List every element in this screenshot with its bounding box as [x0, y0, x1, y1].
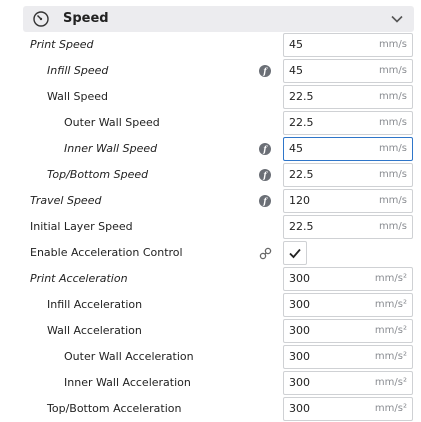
function-icon[interactable]: f	[259, 143, 271, 155]
setting-value: 300	[289, 324, 310, 337]
section-title: Speed	[63, 11, 109, 26]
setting-unit: mm/s	[378, 65, 407, 76]
setting-row: Wall Acceleration 300 mm/s²	[0, 318, 421, 344]
setting-row: Wall Speed 22.5 mm/s	[0, 84, 421, 110]
setting-value: 45	[289, 38, 303, 51]
setting-unit: mm/s²	[374, 325, 407, 336]
setting-input[interactable]: 300 mm/s²	[283, 345, 413, 369]
setting-label: Top/Bottom Acceleration	[47, 402, 182, 415]
setting-input[interactable]: 45 mm/s	[283, 59, 413, 83]
setting-unit: mm/s	[378, 169, 407, 180]
setting-input[interactable]: 45 mm/s	[283, 33, 413, 57]
setting-label: Outer Wall Acceleration	[64, 350, 194, 363]
setting-label: Print Acceleration	[30, 272, 128, 285]
setting-unit: mm/s²	[374, 299, 407, 310]
setting-unit: mm/s²	[374, 377, 407, 388]
setting-unit: mm/s	[378, 91, 407, 102]
setting-label: Travel Speed	[30, 194, 102, 207]
setting-value: 300	[289, 402, 310, 415]
setting-unit: mm/s	[378, 221, 407, 232]
setting-value: 300	[289, 272, 310, 285]
setting-row: Initial Layer Speed 22.5 mm/s	[0, 214, 421, 240]
setting-unit: mm/s²	[374, 273, 407, 284]
setting-unit: mm/s²	[374, 403, 407, 414]
setting-unit: mm/s	[378, 117, 407, 128]
setting-input[interactable]: 300 mm/s²	[283, 397, 413, 421]
setting-label: Inner Wall Speed	[64, 142, 158, 155]
checkmark-icon	[289, 248, 301, 259]
setting-row: Top/Bottom Speed f 22.5 mm/s	[0, 162, 421, 188]
function-icon[interactable]: f	[259, 195, 271, 207]
setting-label: Infill Acceleration	[47, 298, 143, 311]
setting-input[interactable]: 22.5 mm/s	[283, 85, 413, 109]
setting-unit: mm/s	[378, 39, 407, 50]
setting-input[interactable]: 22.5 mm/s	[283, 111, 413, 135]
setting-unit: mm/s	[378, 143, 407, 154]
chevron-down-icon[interactable]	[390, 12, 404, 26]
acceleration-checkbox[interactable]	[283, 241, 307, 265]
setting-label: Wall Acceleration	[47, 324, 142, 337]
setting-input[interactable]: 300 mm/s²	[283, 319, 413, 343]
setting-label: Inner Wall Acceleration	[64, 376, 191, 389]
setting-row: Print Speed 45 mm/s	[0, 32, 421, 58]
setting-value: 45	[289, 142, 303, 155]
setting-row: Print Acceleration 300 mm/s²	[0, 266, 421, 292]
speed-section-header[interactable]: Speed	[23, 6, 414, 32]
setting-input[interactable]: 300 mm/s²	[283, 267, 413, 291]
setting-row: Inner Wall Speed f 45 mm/s	[0, 136, 421, 162]
setting-value: 300	[289, 376, 310, 389]
setting-row: Infill Speed f 45 mm/s	[0, 58, 421, 84]
setting-label: Top/Bottom Speed	[47, 168, 149, 181]
setting-row: Enable Acceleration Control	[0, 240, 421, 266]
setting-label: Outer Wall Speed	[64, 116, 160, 129]
speedometer-icon	[33, 11, 49, 27]
setting-row: Travel Speed f 120 mm/s	[0, 188, 421, 214]
setting-row: Outer Wall Acceleration 300 mm/s²	[0, 344, 421, 370]
setting-input[interactable]: 120 mm/s	[283, 189, 413, 213]
setting-value: 300	[289, 350, 310, 363]
setting-input[interactable]: 45 mm/s	[283, 137, 413, 161]
setting-value: 22.5	[289, 220, 314, 233]
setting-label: Initial Layer Speed	[30, 220, 133, 233]
setting-label: Infill Speed	[47, 64, 109, 77]
setting-row: Inner Wall Acceleration 300 mm/s²	[0, 370, 421, 396]
setting-value: 120	[289, 194, 310, 207]
setting-input[interactable]: 300 mm/s²	[283, 371, 413, 395]
setting-value: 22.5	[289, 116, 314, 129]
setting-unit: mm/s²	[374, 351, 407, 362]
setting-value: 45	[289, 64, 303, 77]
function-icon[interactable]: f	[259, 65, 271, 77]
setting-row: Outer Wall Speed 22.5 mm/s	[0, 110, 421, 136]
setting-input[interactable]: 22.5 mm/s	[283, 163, 413, 187]
function-icon[interactable]: f	[259, 169, 271, 181]
setting-row: Infill Acceleration 300 mm/s²	[0, 292, 421, 318]
setting-value: 22.5	[289, 168, 314, 181]
link-icon[interactable]	[259, 247, 272, 260]
setting-row: Top/Bottom Acceleration 300 mm/s²	[0, 396, 421, 422]
setting-unit: mm/s	[378, 195, 407, 206]
setting-label: Print Speed	[30, 38, 94, 51]
setting-value: 300	[289, 298, 310, 311]
setting-input[interactable]: 300 mm/s²	[283, 293, 413, 317]
setting-label: Wall Speed	[47, 90, 109, 103]
setting-label: Enable Acceleration Control	[30, 246, 183, 259]
setting-value: 22.5	[289, 90, 314, 103]
setting-input[interactable]: 22.5 mm/s	[283, 215, 413, 239]
